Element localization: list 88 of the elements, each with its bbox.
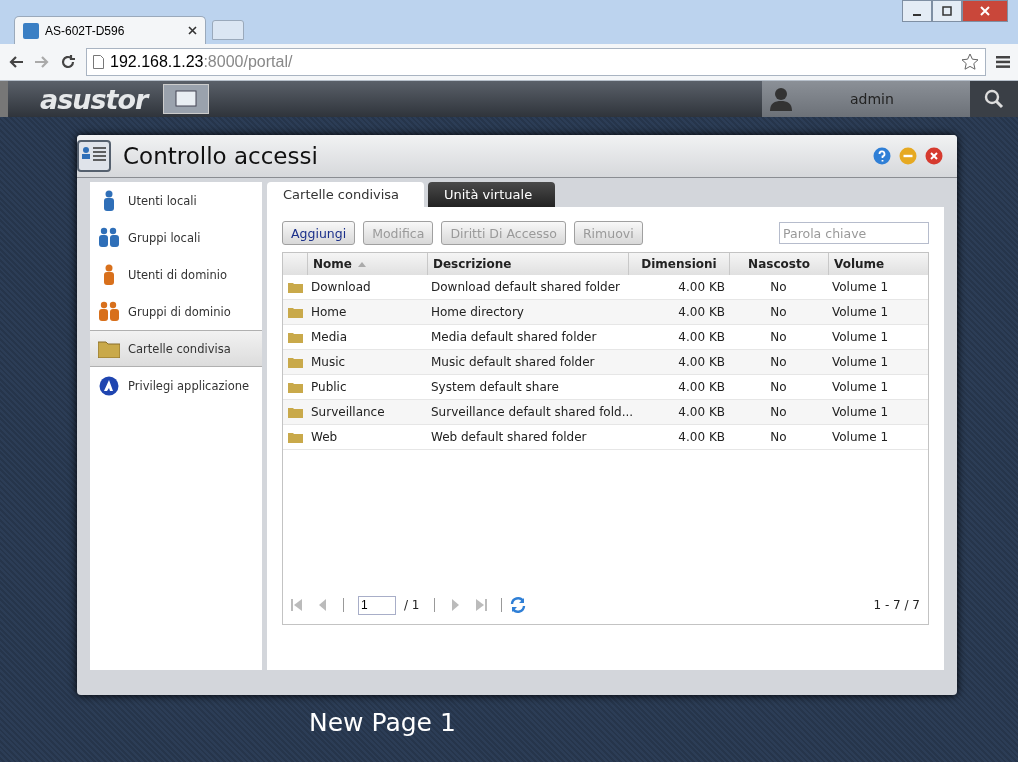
sidebar-handle[interactable] — [0, 81, 8, 117]
user-panel[interactable]: admin — [762, 81, 970, 117]
close-icon — [980, 6, 990, 16]
tab[interactable]: Cartelle condivisa — [267, 182, 424, 207]
desktop-caption: New Page 1 — [309, 708, 457, 737]
folder-icon — [287, 431, 303, 443]
table-cell-text: Web default shared folder — [430, 430, 588, 444]
minimize-icon[interactable] — [899, 147, 917, 165]
page-count: / 1 — [404, 598, 420, 612]
tab-title: AS-602T-D596 — [45, 23, 126, 38]
refresh-icon[interactable] — [509, 597, 526, 613]
table-cell-text: Home directory — [430, 305, 525, 319]
table-cell-text: No — [769, 405, 788, 419]
sidebar-label: Utenti locali — [128, 193, 197, 208]
table-cell-text: Volume 1 — [831, 355, 890, 369]
folder-icon — [287, 331, 303, 343]
folder-icon — [287, 381, 303, 393]
table-cell-text: Volume 1 — [831, 305, 890, 319]
id-card-icon — [77, 140, 111, 172]
user-silhouette-icon — [770, 87, 792, 111]
app-launcher-icon[interactable] — [163, 84, 210, 114]
forward-icon[interactable] — [34, 55, 50, 69]
table-cell-text: No — [769, 305, 788, 319]
page-icon — [93, 55, 104, 69]
address-bar[interactable]: 192.168.1.23:8000/portal/ — [86, 48, 986, 76]
url-text: 192.168.1.23:8000/portal/ — [110, 53, 293, 71]
search-field[interactable]: Parola chiave — [779, 222, 929, 244]
table-cell-text: Home — [310, 305, 348, 319]
table-cell-text: 4.00 KB — [677, 280, 726, 294]
minimize-icon — [913, 14, 921, 16]
table-row[interactable]: Home Home directory 4.00 KB No Volume 1 — [283, 300, 928, 325]
sidebar-label: Utenti di dominio — [128, 267, 228, 282]
table-cell-text: No — [769, 330, 788, 344]
help-icon[interactable] — [873, 147, 891, 165]
menu-icon[interactable] — [996, 56, 1010, 68]
table-cell-text: Volume 1 — [831, 280, 890, 294]
table-cell-text: Public — [310, 380, 348, 394]
star-icon[interactable] — [961, 53, 979, 71]
close-icon[interactable] — [188, 26, 197, 35]
sidebar-label: Cartelle condivisa — [128, 341, 231, 356]
table-cell-text: Music — [310, 355, 347, 369]
search-icon[interactable] — [984, 89, 1004, 109]
table-cell-text: 4.00 KB — [677, 430, 726, 444]
sidebar-label: Privilegi applicazione — [128, 378, 250, 393]
table-cell-text: Web — [310, 430, 339, 444]
table-cell-text: Volume 1 — [831, 380, 890, 394]
app-icon — [23, 22, 39, 39]
page-number-field[interactable]: 1 — [358, 595, 396, 615]
table-cell-text: No — [769, 355, 788, 369]
reload-icon[interactable] — [60, 54, 76, 70]
back-icon[interactable] — [8, 55, 24, 69]
maximize-button[interactable] — [932, 0, 962, 22]
table-row[interactable]: Music Music default shared folder 4.00 KB No Volume 1 — [283, 350, 928, 375]
minimize-button[interactable] — [902, 0, 932, 22]
table-cell-text: 4.00 KB — [677, 380, 726, 394]
table-cell-text: No — [769, 430, 788, 444]
table-cell-text: 4.00 KB — [677, 355, 726, 369]
table-cell-text: Download default shared folder — [430, 280, 622, 294]
folder-icon — [287, 406, 303, 418]
brand-logo: asustor — [40, 83, 148, 115]
toolbar-button[interactable]: Aggiungi — [282, 221, 356, 245]
close-window-button[interactable] — [962, 0, 1008, 22]
table-cell-text: Media default shared folder — [430, 330, 598, 344]
table-cell-text: Volume 1 — [831, 430, 890, 444]
table-cell-text: Media — [310, 330, 349, 344]
browser-tab[interactable]: AS-602T-D596 — [14, 16, 206, 44]
username: admin — [850, 91, 894, 107]
table-row[interactable]: Surveillance Surveillance default shared fold... 4.00 KB No Volume 1 — [283, 400, 928, 425]
table-cell-text: Surveillance — [310, 405, 386, 419]
table-cell-text: Download — [310, 280, 372, 294]
table-cell-text: Music default shared folder — [430, 355, 596, 369]
folder-icon — [287, 281, 303, 293]
table-cell-text: Volume 1 — [831, 330, 890, 344]
tab[interactable]: Unità virtuale — [428, 182, 555, 207]
table-cell-text: 4.00 KB — [677, 330, 726, 344]
folder-icon — [287, 306, 303, 318]
table-cell-text: No — [769, 380, 788, 394]
sidebar-label: Gruppi di dominio — [128, 304, 231, 319]
folder-icon — [287, 356, 303, 368]
table-cell-text: System default share — [430, 380, 560, 394]
table-cell-text: No — [769, 280, 788, 294]
table-cell-text: 4.00 KB — [677, 305, 726, 319]
window-title: Controllo accessi — [123, 143, 318, 169]
table-cell-text: Volume 1 — [831, 405, 890, 419]
record-summary: 1 - 7 / 7 — [873, 598, 920, 612]
sidebar-item[interactable]: Cartelle condivisa — [90, 330, 262, 367]
maximize-icon — [942, 6, 952, 16]
sidebar-label: Gruppi locali — [128, 230, 201, 245]
